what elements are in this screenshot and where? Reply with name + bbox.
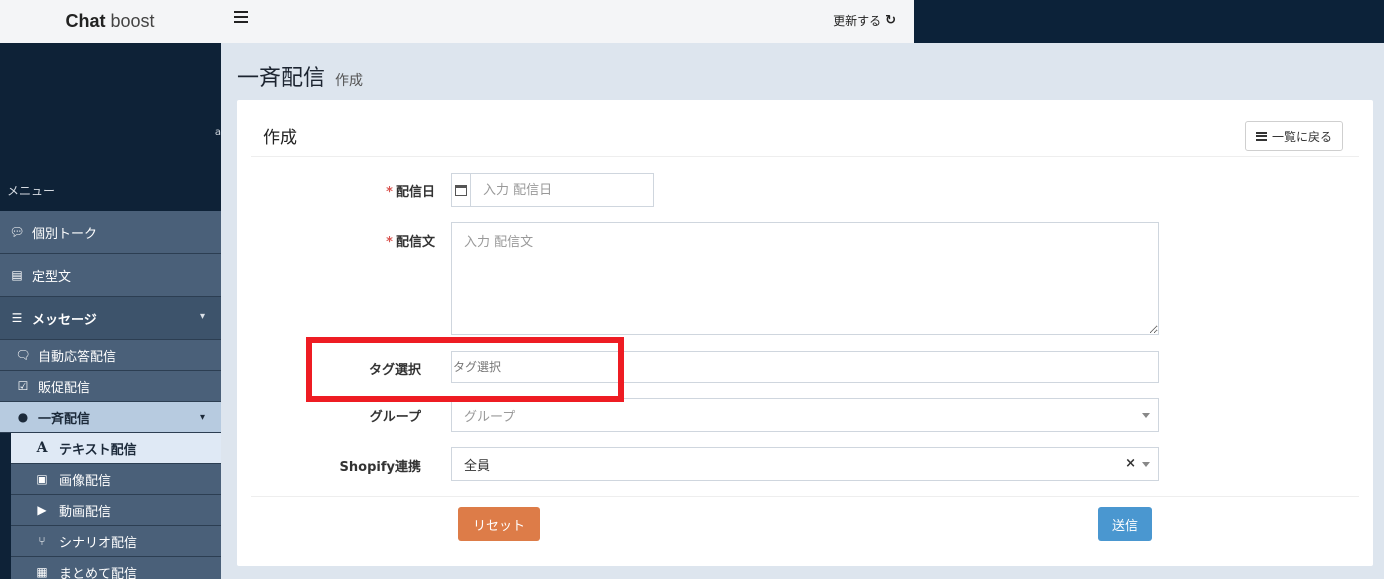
group-placeholder: グループ — [464, 409, 516, 425]
required-mark: * — [386, 185, 393, 200]
list-icon — [1255, 131, 1267, 141]
video-file-icon: ▶ — [37, 503, 47, 517]
sidebar-item-broadcast[interactable]: ● 一斉配信 ▾ — [0, 402, 221, 433]
branch-icon: ⑂ — [38, 534, 46, 548]
logo-light: boost — [110, 11, 155, 31]
chevron-down-icon: ▾ — [199, 311, 205, 322]
sidebar-item-promotion[interactable]: ☑ 販促配信 — [0, 371, 221, 402]
sidebar-item-label: 個別トーク — [32, 226, 98, 242]
shopify-selected-value: 全員 — [464, 458, 491, 474]
chevron-down-icon: ▾ — [199, 412, 205, 423]
message-label-text: 配信文 — [395, 235, 435, 250]
tag-label: タグ選択 — [368, 363, 421, 378]
sidebar-item-image-broadcast[interactable]: ▣ 画像配信 — [11, 464, 221, 495]
shopify-label: Shopify連携 — [339, 460, 421, 475]
clear-icon[interactable]: × — [1125, 456, 1136, 471]
comments-icon: 🗨︎ — [15, 348, 31, 362]
caret-down-icon — [1142, 413, 1150, 418]
date-label-text: 配信日 — [395, 185, 435, 200]
caret-down-icon — [1142, 462, 1150, 467]
bars-icon: ☰ — [11, 311, 23, 325]
calendar-check-icon: ☑ — [17, 379, 29, 393]
sidebar-item-message[interactable]: ☰ メッセージ ▾ — [0, 297, 221, 340]
sidebar-item-label: まとめて配信 — [59, 566, 138, 579]
sidebar-menu-label: メニュー — [7, 184, 56, 198]
sidebar-item-individual-talk[interactable]: 💬︎ 個別トーク — [0, 211, 221, 254]
sidebar-edge-mark: a — [214, 127, 221, 138]
create-form-card: 作成 一覧に戻る *配信日 *配信文 タグ選択 グループ グループ Shopif… — [237, 100, 1373, 566]
calendar-icon[interactable] — [452, 174, 471, 206]
sidebar-item-templates[interactable]: ▤ 定型文 — [0, 254, 221, 297]
date-input-group — [451, 173, 654, 207]
sidebar-item-scenario-broadcast[interactable]: ⑂ シナリオ配信 — [11, 526, 221, 557]
shopify-select[interactable]: 全員 × — [451, 447, 1159, 481]
reset-button[interactable]: リセット — [458, 507, 540, 541]
sidebar-item-label: 販促配信 — [38, 380, 91, 396]
comments-fill-icon: ● — [17, 410, 29, 424]
sidebar-item-text-broadcast[interactable]: A テキスト配信 — [11, 433, 221, 464]
required-mark: * — [386, 235, 393, 250]
page-header: 一斉配信 作成 — [237, 60, 363, 92]
group-label: グループ — [369, 410, 421, 425]
list-alt-icon: ▦ — [36, 565, 48, 579]
hamburger-menu-icon[interactable] — [234, 11, 248, 23]
sidebar-item-label: テキスト配信 — [59, 442, 137, 458]
refresh-button[interactable]: 更新する ↻ — [833, 12, 896, 29]
sidebar-item-label: 動画配信 — [59, 504, 112, 520]
sidebar-item-label: 画像配信 — [59, 473, 112, 489]
app-logo[interactable]: Chat boost — [0, 0, 220, 43]
message-textarea[interactable] — [451, 222, 1159, 335]
top-navbar-dark-area — [914, 0, 1384, 43]
back-to-list-label: 一覧に戻る — [1271, 129, 1332, 144]
sidebar: a メニュー 💬︎ 個別トーク ▤ 定型文 ☰ メッセージ ▾ 🗨︎ 自動応答配… — [0, 43, 221, 579]
sidebar-item-auto-reply[interactable]: 🗨︎ 自動応答配信 — [0, 340, 221, 371]
sidebar-item-label: 自動応答配信 — [38, 349, 117, 365]
refresh-label: 更新する — [833, 14, 882, 28]
image-file-icon: ▣ — [36, 472, 48, 486]
sidebar-item-label: シナリオ配信 — [59, 535, 138, 551]
font-icon: A — [36, 440, 48, 456]
send-button[interactable]: 送信 — [1098, 507, 1152, 541]
group-select[interactable]: グループ — [451, 398, 1159, 432]
form-footer-divider — [251, 496, 1359, 497]
page-subtitle: 作成 — [335, 73, 364, 89]
logo-bold: Chat — [65, 11, 106, 31]
card-title: 作成 — [263, 128, 297, 148]
page-title: 一斉配信 — [237, 66, 326, 91]
sidebar-item-label: 一斉配信 — [38, 411, 91, 427]
comment-icon: 💬︎ — [9, 225, 25, 239]
sidebar-item-label: メッセージ — [32, 312, 97, 328]
sidebar-item-bulk-broadcast[interactable]: ▦ まとめて配信 — [11, 557, 221, 579]
sidebar-brand-area: a — [0, 43, 221, 171]
message-label: * 配信文 — [251, 231, 435, 250]
card-header: 作成 一覧に戻る — [251, 100, 1359, 157]
back-to-list-button[interactable]: 一覧に戻る — [1244, 121, 1343, 151]
sidebar-item-label: 定型文 — [32, 269, 72, 285]
tag-select-input[interactable] — [451, 351, 1159, 383]
date-label: * 配信日 — [251, 181, 435, 200]
top-navbar: 更新する ↻ — [220, 0, 914, 43]
date-input[interactable] — [471, 174, 653, 206]
file-icon: ▤ — [11, 268, 23, 282]
refresh-icon: ↻ — [885, 13, 896, 28]
sidebar-item-video-broadcast[interactable]: ▶ 動画配信 — [11, 495, 221, 526]
